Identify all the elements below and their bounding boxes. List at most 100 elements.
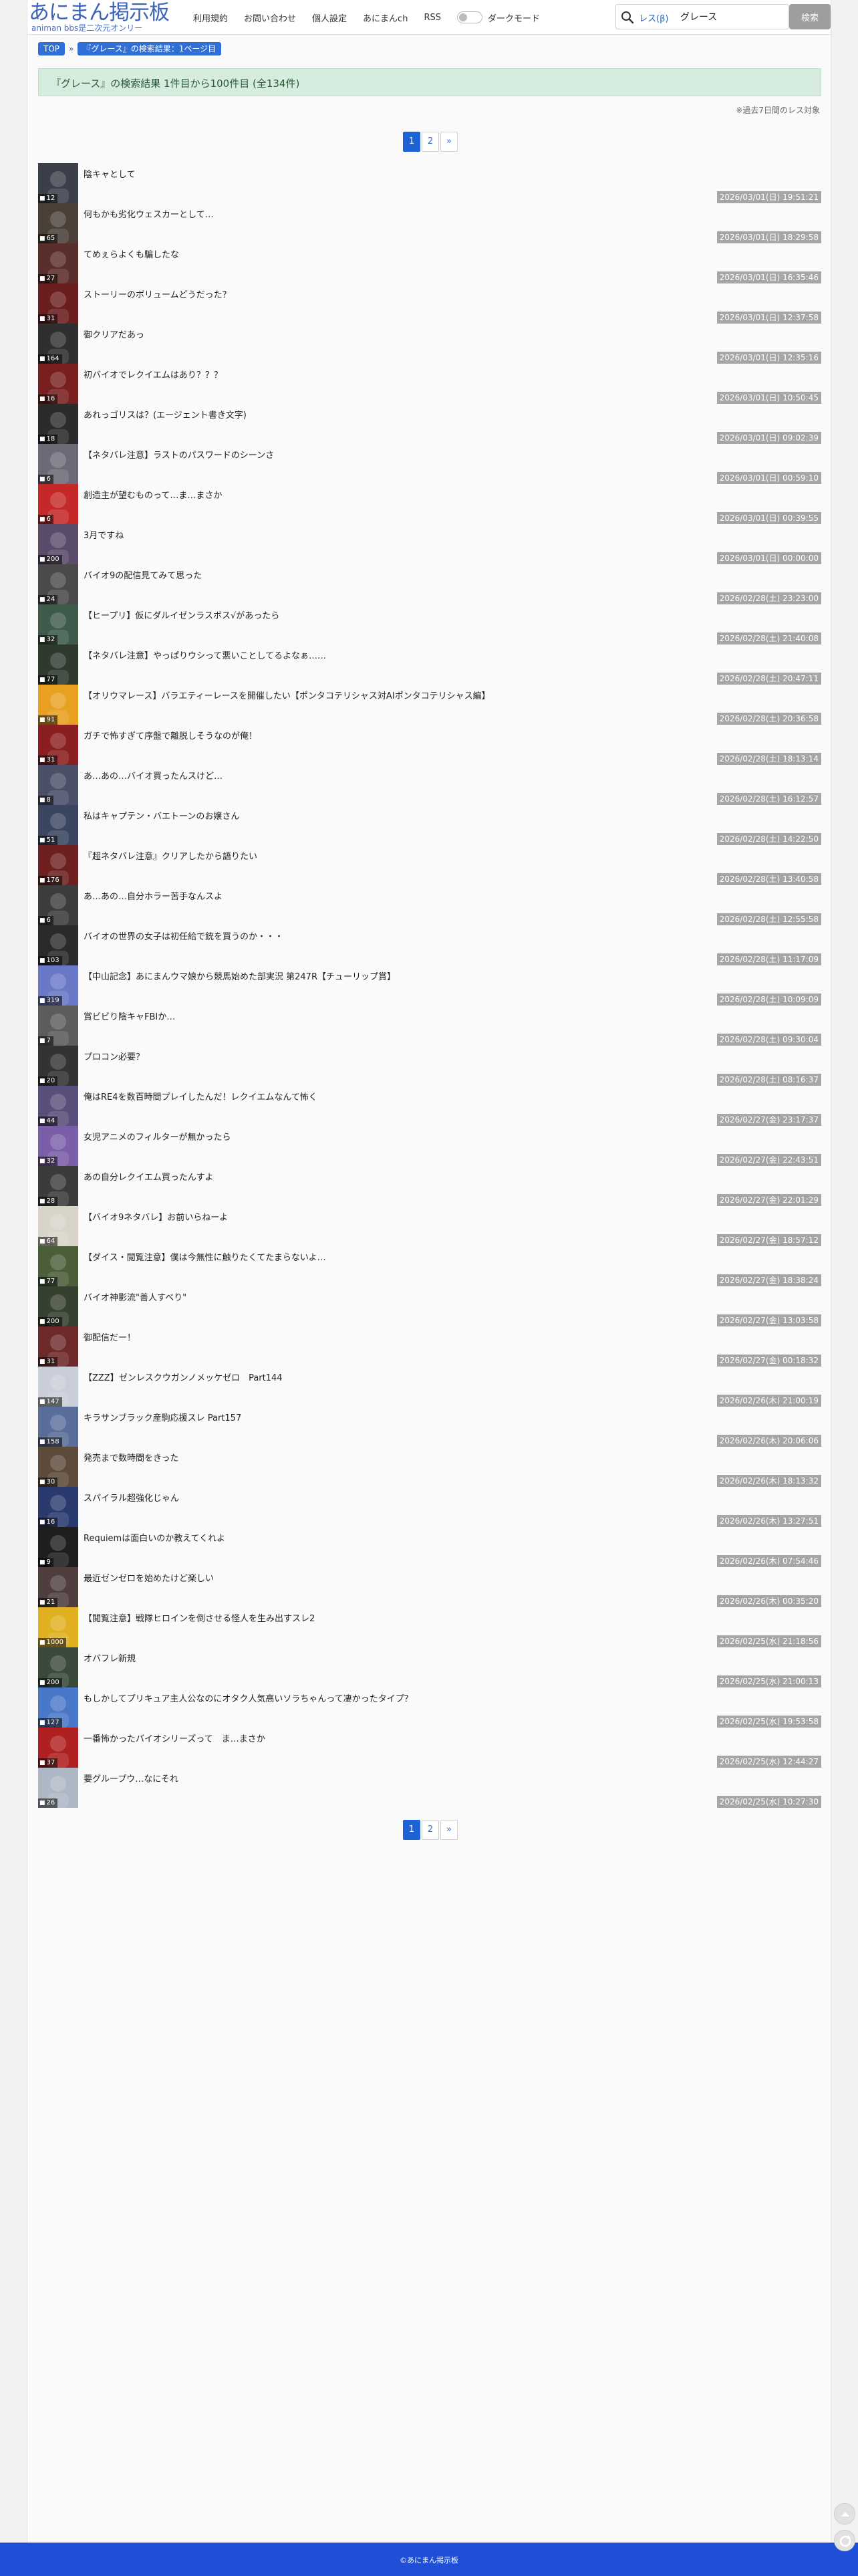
search-button[interactable]: 検索 <box>789 4 831 29</box>
thread-title[interactable]: 【ネタバレ注意】ラストのパスワードのシーンさ <box>84 448 274 461</box>
thread-row[interactable]: ■ 31 ストーリーのボリュームどうだった？ 2026/03/01(日) 12:37:… <box>38 283 821 324</box>
thread-title[interactable]: キラサンブラック産駒応援スレ Part157 <box>84 1411 241 1423</box>
thread-title[interactable]: 【閲覧注意】戦隊ヒロインを倒させる怪人を生み出すスレ2 <box>84 1611 315 1624</box>
thread-thumbnail[interactable]: ■ 1000 <box>38 1607 78 1647</box>
thread-row[interactable]: ■ 103 バイオの世界の女子は初任給で銃を買うのか・・・ 2026/02/28(土)… <box>38 925 821 965</box>
thread-thumbnail[interactable]: ■ 37 <box>38 1728 78 1768</box>
thread-row[interactable]: ■ 26 要グループウ…なにそれ 2026/02/25(水) 10:27:30 <box>38 1768 821 1808</box>
thread-thumbnail[interactable]: ■ 31 <box>38 1326 78 1367</box>
thread-row[interactable]: ■ 8 あ…あの…バイオ買ったんスけど… 2026/02/28(土) 16:12:57 <box>38 765 821 805</box>
thread-thumbnail[interactable]: ■ 200 <box>38 1286 78 1326</box>
thread-row[interactable]: ■ 16 スパイラル超強化じゃん 2026/02/26(木) 13:27:51 <box>38 1487 821 1527</box>
thread-title[interactable]: 要グループウ…なにそれ <box>84 1772 178 1784</box>
page-2-button[interactable]: 2 <box>422 132 439 152</box>
thread-row[interactable]: ■ 32 女児アニメのフィルターが無かったら 2026/02/27(金) 22:43:… <box>38 1126 821 1166</box>
thread-row[interactable]: ■ 18 あれっゴリスは？(エージェント書き文字) 2026/03/01(日) 09:… <box>38 404 821 444</box>
thread-thumbnail[interactable]: ■ 6 <box>38 444 78 484</box>
nav-terms[interactable]: 利用規約 <box>193 11 228 24</box>
search-input[interactable] <box>680 7 786 26</box>
nav-rss[interactable]: RSS <box>424 13 441 23</box>
thread-title[interactable]: 最近ゼンゼロを始めたけど楽しい <box>84 1571 214 1584</box>
thread-title[interactable]: バイオ神影流"善人すべり" <box>84 1290 186 1303</box>
thread-title[interactable]: 【オリウマレース】バラエティーレースを開催したい【ポンタコテリシャス対AIポンタ… <box>84 689 490 701</box>
next-page-button[interactable]: » <box>440 132 458 152</box>
thread-row[interactable]: ■ 7 賞ビビり陰キャFBIか… 2026/02/28(土) 09:30:04 <box>38 1006 821 1046</box>
thread-row[interactable]: ■ 12 陰キャとして 2026/03/01(日) 19:51:21 <box>38 163 821 203</box>
thread-title[interactable]: 【ヒープリ】仮にダルイゼンラスボス√があったら <box>84 608 279 621</box>
thread-row[interactable]: ■ 65 何もかも劣化ウェスカーとして… 2026/03/01(日) 18:29:58 <box>38 203 821 243</box>
thread-title[interactable]: もしかしてプリキュア主人公なのにオタク人気高いソラちゃんって凄かったタイプ？ <box>84 1691 413 1704</box>
thread-thumbnail[interactable]: ■ 319 <box>38 965 78 1006</box>
thread-title[interactable]: 私はキャプテン・バエトーンのお嬢さん <box>84 809 239 822</box>
thread-row[interactable]: ■ 200 オバフレ新規 2026/02/25(水) 21:00:13 <box>38 1647 821 1687</box>
thread-title[interactable]: ガチで怖すぎて序盤で離脱しそうなのが俺！ <box>84 729 257 741</box>
thread-thumbnail[interactable]: ■ 176 <box>38 845 78 885</box>
thread-row[interactable]: ■ 44 俺はRE4を数百時間プレイしたんだ！レクイエムなんて怖く 2026/02/2… <box>38 1086 821 1126</box>
nav-contact[interactable]: お問い合わせ <box>244 11 296 24</box>
thread-row[interactable]: ■ 77 【ダイス・閲覧注意】僕は今無性に触りたくてたまらないよ… 2026/02/2… <box>38 1246 821 1286</box>
thread-thumbnail[interactable]: ■ 32 <box>38 604 78 645</box>
thread-thumbnail[interactable]: ■ 200 <box>38 1647 78 1687</box>
thread-title[interactable]: バイオ9の配信見てみて思った <box>84 568 202 581</box>
thread-title[interactable]: あれっゴリスは？(エージェント書き文字) <box>84 408 247 421</box>
nav-animanch[interactable]: あにまんch <box>363 11 408 24</box>
thread-title[interactable]: 『超ネタバレ注意』クリアしたから語りたい <box>84 849 257 862</box>
breadcrumb-current[interactable]: 『グレース』の検索結果：1ページ目 <box>78 42 222 55</box>
thread-thumbnail[interactable]: ■ 103 <box>38 925 78 965</box>
thread-thumbnail[interactable]: ■ 28 <box>38 1166 78 1206</box>
thread-row[interactable]: ■ 200 3月ですね 2026/03/01(日) 00:00:00 <box>38 524 821 564</box>
thread-thumbnail[interactable]: ■ 44 <box>38 1086 78 1126</box>
thread-thumbnail[interactable]: ■ 8 <box>38 765 78 805</box>
thread-row[interactable]: ■ 32 【ヒープリ】仮にダルイゼンラスボス√があったら 2026/02/28(土) … <box>38 604 821 645</box>
thread-thumbnail[interactable]: ■ 6 <box>38 885 78 925</box>
thread-thumbnail[interactable]: ■ 26 <box>38 1768 78 1808</box>
thread-row[interactable]: ■ 20 プロコン必要？ 2026/02/28(土) 08:16:37 <box>38 1046 821 1086</box>
thread-title[interactable]: 何もかも劣化ウェスカーとして… <box>84 207 214 220</box>
thread-thumbnail[interactable]: ■ 16 <box>38 1487 78 1527</box>
thread-title[interactable]: 陰キャとして <box>84 167 136 180</box>
thread-thumbnail[interactable]: ■ 18 <box>38 404 78 444</box>
thread-thumbnail[interactable]: ■ 7 <box>38 1006 78 1046</box>
thread-title[interactable]: 一番怖かったバイオシリーズって ま…まさか <box>84 1732 265 1744</box>
thread-thumbnail[interactable]: ■ 12 <box>38 163 78 203</box>
thread-title[interactable]: スパイラル超強化じゃん <box>84 1491 179 1504</box>
thread-title[interactable]: あの自分レクイエム買ったんすよ <box>84 1170 214 1183</box>
thread-title[interactable]: あ…あの…自分ホラー苦手なんスよ <box>84 889 223 902</box>
page-1-button[interactable]: 1 <box>403 1820 420 1840</box>
site-logo[interactable]: あにまん掲示板 animan bbs是二次元オンリー <box>29 1 176 33</box>
thread-row[interactable]: ■ 21 最近ゼンゼロを始めたけど楽しい 2026/02/26(木) 00:35:20 <box>38 1567 821 1607</box>
thread-row[interactable]: ■ 28 あの自分レクイエム買ったんすよ 2026/02/27(金) 22:01:29 <box>38 1166 821 1206</box>
thread-row[interactable]: ■ 91 【オリウマレース】バラエティーレースを開催したい【ポンタコテリシャス対AI… <box>38 685 821 725</box>
thread-title[interactable]: 【ダイス・閲覧注意】僕は今無性に触りたくてたまらないよ… <box>84 1250 326 1263</box>
thread-title[interactable]: プロコン必要？ <box>84 1050 144 1062</box>
page-1-button[interactable]: 1 <box>403 132 420 152</box>
scroll-top-button[interactable] <box>834 2503 855 2525</box>
thread-row[interactable]: ■ 27 てめぇらよくも騙したな 2026/03/01(日) 16:35:46 <box>38 243 821 283</box>
thread-row[interactable]: ■ 9 Requiemは面白いのか教えてくれよ 2026/02/26(木) 07:54… <box>38 1527 821 1567</box>
search-scope-select[interactable]: レス(β) <box>639 11 668 24</box>
thread-row[interactable]: ■ 1000 【閲覧注意】戦隊ヒロインを倒させる怪人を生み出すスレ2 2026/02/… <box>38 1607 821 1647</box>
thread-row[interactable]: ■ 64 【バイオ9ネタバレ】お前いらねーよ 2026/02/27(金) 18:57:… <box>38 1206 821 1246</box>
thread-thumbnail[interactable]: ■ 6 <box>38 484 78 524</box>
thread-thumbnail[interactable]: ■ 91 <box>38 685 78 725</box>
thread-thumbnail[interactable]: ■ 20 <box>38 1046 78 1086</box>
thread-row[interactable]: ■ 158 キラサンブラック産駒応援スレ Part157 2026/02/26(木) … <box>38 1407 821 1447</box>
thread-title[interactable]: 賞ビビり陰キャFBIか… <box>84 1010 175 1022</box>
thread-thumbnail[interactable]: ■ 30 <box>38 1447 78 1487</box>
dark-mode-toggle[interactable]: ダークモード <box>456 11 540 24</box>
thread-thumbnail[interactable]: ■ 32 <box>38 1126 78 1166</box>
thread-thumbnail[interactable]: ■ 24 <box>38 564 78 604</box>
thread-row[interactable]: ■ 6 あ…あの…自分ホラー苦手なんスよ 2026/02/28(土) 12:55:58 <box>38 885 821 925</box>
thread-title[interactable]: バイオの世界の女子は初任給で銃を買うのか・・・ <box>84 929 283 942</box>
thread-row[interactable]: ■ 24 バイオ9の配信見てみて思った 2026/02/28(土) 23:23:00 <box>38 564 821 604</box>
thread-title[interactable]: 【ZZZ】ゼンレスクウガンノメッケゼロ Part144 <box>84 1371 283 1383</box>
thread-title[interactable]: Requiemは面白いのか教えてくれよ <box>84 1531 225 1544</box>
thread-thumbnail[interactable]: ■ 31 <box>38 725 78 765</box>
thread-thumbnail[interactable]: ■ 51 <box>38 805 78 845</box>
thread-row[interactable]: ■ 164 御クリアだあっ 2026/03/01(日) 12:35:16 <box>38 324 821 364</box>
thread-title[interactable]: 御クリアだあっ <box>84 328 144 340</box>
thread-thumbnail[interactable]: ■ 16 <box>38 364 78 404</box>
thread-row[interactable]: ■ 319 【中山記念】あにまんウマ娘から競馬始めた部実況 第247R【チューリップ… <box>38 965 821 1006</box>
thread-thumbnail[interactable]: ■ 127 <box>38 1687 78 1728</box>
thread-title[interactable]: 【バイオ9ネタバレ】お前いらねーよ <box>84 1210 228 1223</box>
